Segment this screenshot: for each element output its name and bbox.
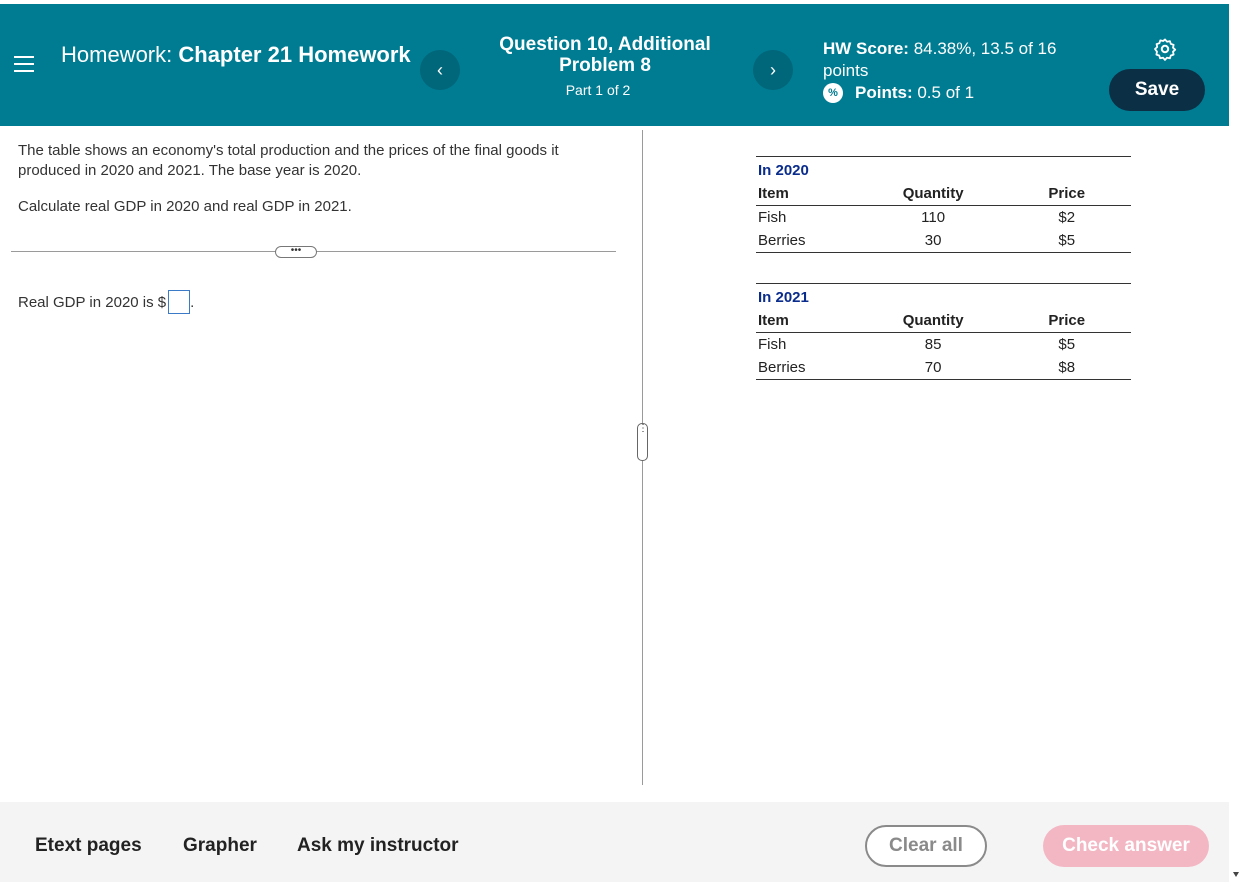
homework-title: Homework: Chapter 21 Homework bbox=[61, 44, 411, 66]
homework-name: Chapter 21 Homework bbox=[178, 42, 411, 67]
table-cell: Berries bbox=[756, 356, 864, 380]
gear-icon[interactable] bbox=[1153, 37, 1177, 61]
column-header: Item bbox=[756, 182, 864, 206]
chevron-right-icon: › bbox=[770, 59, 776, 80]
expand-more-button[interactable]: ••• bbox=[275, 246, 317, 258]
etext-pages-link[interactable]: Etext pages bbox=[35, 835, 142, 857]
grapher-link[interactable]: Grapher bbox=[183, 835, 257, 857]
prompt-text: The table shows an economy's total produ… bbox=[18, 142, 559, 179]
table-header-row: Item Quantity Price bbox=[756, 182, 1131, 206]
question-pane: The table shows an economy's total produ… bbox=[0, 126, 640, 802]
table-cell: $5 bbox=[1002, 229, 1131, 253]
table-cell: $2 bbox=[1058, 209, 1076, 226]
table-caption: In 2020 bbox=[756, 156, 1131, 182]
question-prompt: The table shows an economy's total produ… bbox=[18, 141, 618, 233]
data-table-2021: In 2021 Item Quantity Price Fish 85 $5 B… bbox=[756, 283, 1131, 380]
question-part: Part 1 of 2 bbox=[565, 82, 631, 98]
table-cell: 85 bbox=[924, 336, 942, 353]
answer-line: Real GDP in 2020 is $ . bbox=[18, 290, 194, 314]
column-header: Quantity bbox=[863, 309, 1003, 333]
table-row: Fish 110 $2 bbox=[756, 206, 1131, 230]
table-cell: Berries bbox=[756, 229, 864, 253]
table-cell: 30 bbox=[863, 229, 1003, 253]
splitter-handle[interactable]: ⋮ bbox=[637, 423, 648, 461]
check-answer-button[interactable]: Check answer bbox=[1043, 825, 1209, 867]
homework-label: Homework: bbox=[61, 42, 173, 67]
question-title: Question 10, Additional Problem 8 bbox=[499, 34, 711, 76]
table-row: Berries 70 $8 bbox=[756, 356, 1131, 380]
data-table-2020: In 2020 Item Quantity Price Fish 110 $2 … bbox=[756, 156, 1131, 253]
menu-icon[interactable] bbox=[14, 56, 34, 72]
column-header: Quantity bbox=[863, 182, 1003, 206]
scroll-down-icon[interactable] bbox=[1233, 872, 1239, 877]
table-caption: In 2021 bbox=[756, 283, 1131, 309]
footer-bar: Etext pages Grapher Ask my instructor Cl… bbox=[0, 802, 1229, 882]
hw-score-label: HW Score: bbox=[823, 39, 909, 58]
table-cell: Fish bbox=[758, 209, 787, 226]
hw-score: HW Score: 84.38%, 13.5 of 16 points bbox=[823, 38, 1093, 82]
save-button[interactable]: Save bbox=[1109, 69, 1205, 111]
answer-suffix: . bbox=[190, 293, 195, 311]
table-row: Fish 85 $5 bbox=[756, 333, 1131, 357]
points-value: 0.5 of 1 bbox=[917, 83, 975, 102]
column-header: Price bbox=[1002, 309, 1131, 333]
partial-score-icon: % bbox=[823, 83, 843, 103]
points-label: Points: bbox=[855, 83, 913, 102]
question-points: % Points: 0.5 of 1 bbox=[823, 83, 974, 103]
prompt-instruction: Calculate real GDP in 2020 and real GDP … bbox=[18, 198, 352, 215]
header-bar: Homework: Chapter 21 Homework ‹ Question… bbox=[0, 4, 1229, 126]
table-row: Berries 30 $5 bbox=[756, 229, 1131, 253]
page-scrollbar[interactable] bbox=[1229, 0, 1241, 882]
table-header-row: Item Quantity Price bbox=[756, 309, 1131, 333]
next-question-button[interactable]: › bbox=[753, 50, 793, 90]
column-header: Price bbox=[1002, 182, 1131, 206]
ask-instructor-link[interactable]: Ask my instructor bbox=[297, 835, 459, 857]
previous-question-button[interactable]: ‹ bbox=[420, 50, 460, 90]
table-cell: 110 bbox=[921, 209, 946, 226]
clear-all-button[interactable]: Clear all bbox=[865, 825, 987, 867]
answer-prefix: Real GDP in 2020 is $ bbox=[18, 293, 167, 311]
table-cell: Fish bbox=[758, 336, 787, 353]
column-header: Item bbox=[756, 309, 864, 333]
answer-input[interactable] bbox=[168, 290, 191, 314]
table-cell: $5 bbox=[1058, 336, 1076, 353]
table-cell: $8 bbox=[1002, 356, 1131, 380]
chevron-left-icon: ‹ bbox=[437, 59, 443, 80]
table-cell: 70 bbox=[863, 356, 1003, 380]
